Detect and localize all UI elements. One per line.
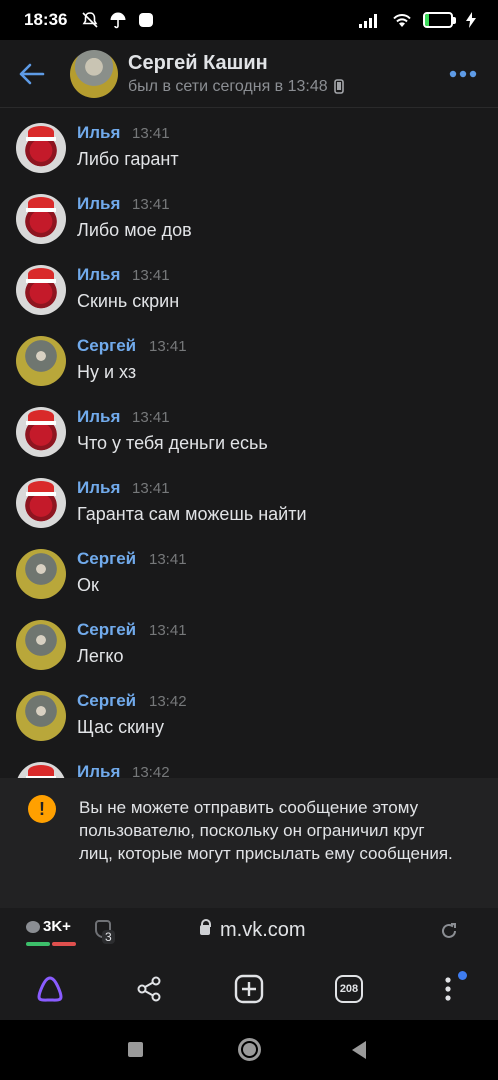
system-back-button[interactable] <box>352 1041 366 1059</box>
reload-icon[interactable] <box>440 922 458 940</box>
share-icon <box>137 976 161 1002</box>
wifi-icon <box>393 14 411 27</box>
notification-dot <box>458 971 467 980</box>
message-text: Скинь скрин <box>77 291 180 311</box>
message-row[interactable]: Сергей 13:41 Легко <box>0 605 498 676</box>
plus-square-icon <box>234 974 264 1004</box>
alice-icon <box>37 976 63 1002</box>
new-tab-button[interactable] <box>231 971 267 1007</box>
author-name[interactable]: Сергей <box>77 691 136 711</box>
message-row[interactable]: Илья 13:41 Гаранта сам можешь найти <box>0 463 498 534</box>
message-time: 13:42 <box>149 693 187 710</box>
tracker-count: 3 <box>102 930 115 944</box>
bell-muted-icon <box>82 12 99 28</box>
status-bar: 18:36 16 <box>0 0 498 40</box>
message-time: 13:41 <box>149 622 187 639</box>
back-button[interactable] <box>0 40 64 108</box>
chat-header: Сергей Кашин был в сети сегодня в 13:48 <box>0 40 498 108</box>
tabs-count: 208 <box>335 975 363 1003</box>
author-avatar[interactable] <box>16 549 66 599</box>
last-seen: был в сети сегодня в 13:48 <box>128 77 328 95</box>
home-button[interactable] <box>238 1038 261 1061</box>
rating-bar-negative <box>52 942 76 946</box>
arrow-left-icon <box>19 63 45 84</box>
tabs-button[interactable]: 208 <box>331 971 367 1007</box>
recents-button[interactable] <box>128 1042 143 1057</box>
battery-percent: 16 <box>431 14 445 26</box>
message-text: Либо мое дов <box>77 220 192 240</box>
message-text: Ну и хз <box>77 362 137 382</box>
share-button[interactable] <box>131 971 167 1007</box>
author-avatar[interactable] <box>16 478 66 528</box>
message-row[interactable]: Сергей 13:42 Щас скину <box>0 676 498 747</box>
author-avatar[interactable] <box>16 407 66 457</box>
comments-counter[interactable]: 3K+ <box>26 918 71 935</box>
message-text: Легко <box>77 646 124 666</box>
alice-button[interactable] <box>32 971 68 1007</box>
author-avatar[interactable] <box>16 265 66 315</box>
message-row[interactable]: Сергей 13:41 Ок <box>0 534 498 605</box>
author-avatar[interactable] <box>16 194 66 244</box>
lock-icon <box>200 919 211 935</box>
author-avatar[interactable] <box>16 762 66 778</box>
message-row[interactable]: Илья 13:42 <box>0 747 498 778</box>
message-time: 13:41 <box>132 196 170 213</box>
warning-icon: ! <box>28 795 56 823</box>
message-text: Гаранта сам можешь найти <box>77 504 307 524</box>
author-name[interactable]: Сергей <box>77 620 136 640</box>
chat-bubble-icon <box>26 920 40 933</box>
message-time: 13:41 <box>132 480 170 497</box>
more-horizontal-icon <box>449 70 477 77</box>
contact-info[interactable]: Сергей Кашин был в сети сегодня в 13:48 <box>128 52 344 96</box>
author-name[interactable]: Сергей <box>77 549 136 569</box>
author-avatar[interactable] <box>16 620 66 670</box>
more-button[interactable] <box>428 70 498 78</box>
rating-bar-positive <box>26 942 50 946</box>
signal-icon <box>359 14 377 28</box>
message-list[interactable]: Илья 13:41 Либо гарант Илья 13:41 Либо мое до… <box>0 108 498 778</box>
message-time: 13:42 <box>132 764 170 778</box>
app-notification-icon <box>139 13 154 27</box>
message-row[interactable]: Илья 13:41 Либо мое дов <box>0 179 498 250</box>
message-time: 13:41 <box>149 551 187 568</box>
author-name[interactable]: Илья <box>77 478 120 498</box>
contact-name: Сергей Кашин <box>128 51 268 74</box>
restriction-text: Вы не можете отправить сообщение этому п… <box>79 798 453 863</box>
message-time: 13:41 <box>132 409 170 426</box>
comments-count: 3K+ <box>43 918 71 935</box>
message-row[interactable]: Илья 13:41 Либо гарант <box>0 108 498 179</box>
author-name[interactable]: Сергей <box>77 336 136 356</box>
umbrella-icon <box>110 12 126 29</box>
status-time: 18:36 <box>24 10 68 29</box>
message-row[interactable]: Илья 13:41 Скинь скрин <box>0 250 498 321</box>
message-text: Либо гарант <box>77 149 179 169</box>
more-vertical-icon <box>445 977 451 1001</box>
author-avatar[interactable] <box>16 336 66 386</box>
message-text: Ок <box>77 575 99 595</box>
address-domain[interactable]: m.vk.com <box>220 919 306 942</box>
message-time: 13:41 <box>149 338 187 355</box>
charging-icon <box>466 12 476 28</box>
author-name[interactable]: Илья <box>77 265 120 285</box>
author-name[interactable]: Илья <box>77 123 120 143</box>
message-time: 13:41 <box>132 125 170 142</box>
author-avatar[interactable] <box>16 123 66 173</box>
mobile-phone-icon <box>333 79 344 94</box>
author-name[interactable]: Илья <box>77 407 120 427</box>
contact-avatar[interactable] <box>70 49 118 98</box>
message-text: Щас скину <box>77 717 164 737</box>
message-text: Что у тебя деньги есьь <box>77 433 268 453</box>
author-name[interactable]: Илья <box>77 194 120 214</box>
author-avatar[interactable] <box>16 691 66 741</box>
battery-icon: 16 <box>423 12 456 28</box>
message-row[interactable]: Сергей 13:41 Ну и хз <box>0 321 498 392</box>
author-name[interactable]: Илья <box>77 762 120 778</box>
message-time: 13:41 <box>132 267 170 284</box>
message-row[interactable]: Илья 13:41 Что у тебя деньги есьь <box>0 392 498 463</box>
